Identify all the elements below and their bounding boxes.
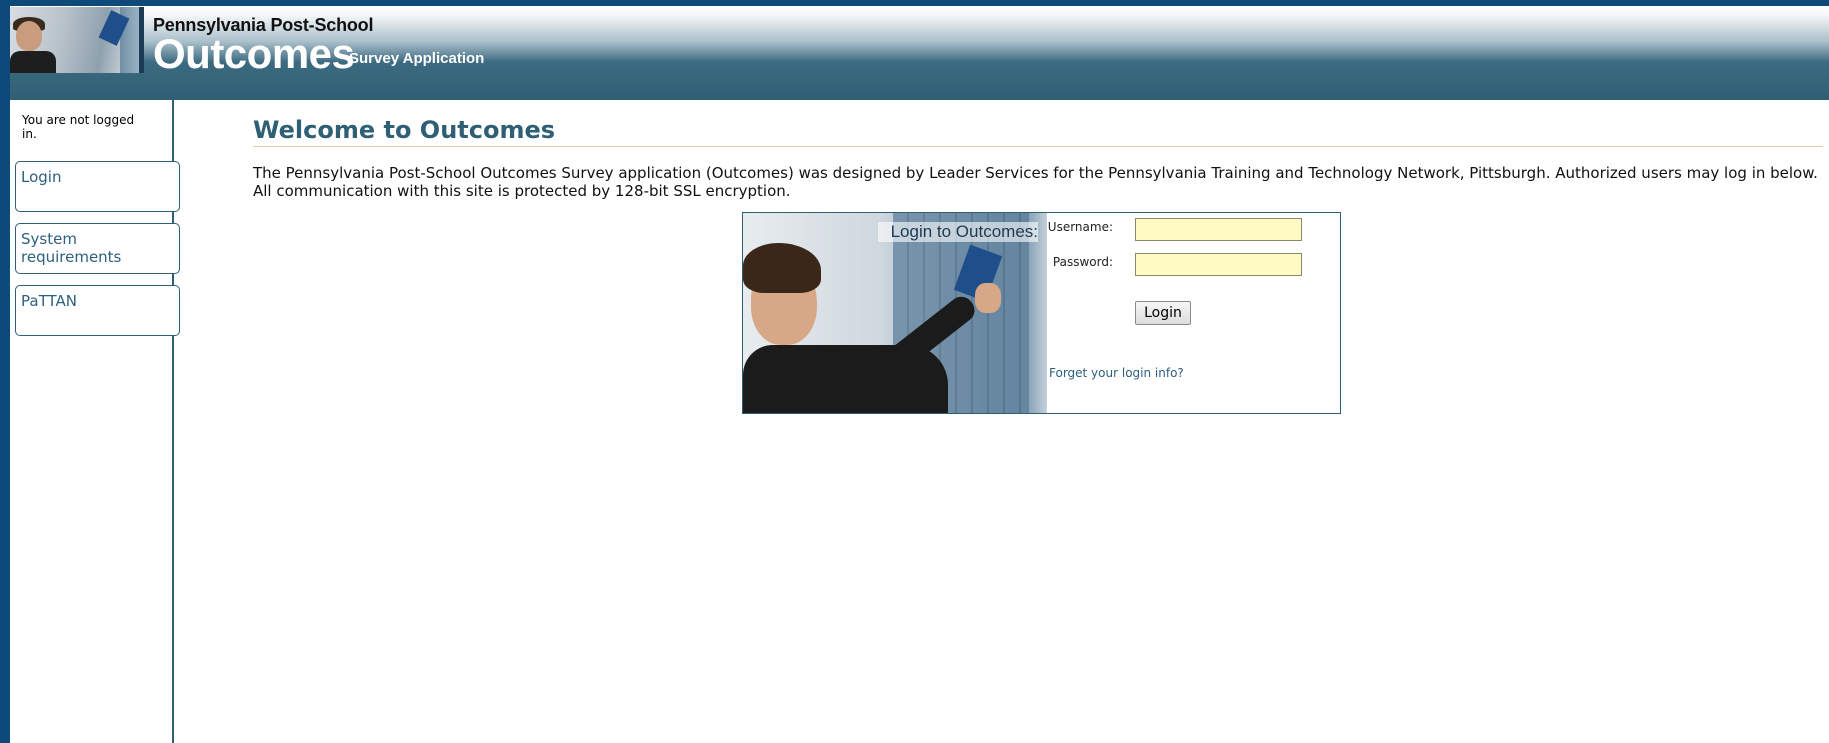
- password-label: Password:: [1052, 255, 1113, 269]
- forgot-login-link[interactable]: Forget your login info?: [1049, 366, 1184, 380]
- brand-subtitle: Survey Application: [349, 50, 485, 67]
- brand-logo-text: Outcomes: [153, 30, 355, 77]
- username-input[interactable]: [1135, 218, 1302, 241]
- login-button[interactable]: Login: [1135, 301, 1191, 325]
- sidebar-item-system-requirements[interactable]: System requirements: [15, 223, 180, 274]
- sidebar-item-login[interactable]: Login: [15, 161, 180, 212]
- password-input[interactable]: [1135, 253, 1302, 276]
- login-title: Login to Outcomes:: [878, 222, 1038, 242]
- sidebar-item-label: Login: [21, 168, 62, 186]
- header-photo: [10, 7, 139, 73]
- username-label: Username:: [1047, 220, 1113, 234]
- intro-text: The Pennsylvania Post-School Outcomes Su…: [253, 164, 1818, 200]
- header-divider: [139, 7, 144, 73]
- page-frame: Pennsylvania Post-School Outcomes Survey…: [10, 6, 1829, 743]
- site-header: Pennsylvania Post-School Outcomes Survey…: [10, 6, 1829, 100]
- login-status: You are not logged in.: [22, 113, 135, 141]
- page-title: Welcome to Outcomes: [253, 116, 1823, 147]
- login-panel: Login to Outcomes: Username: Password: L…: [742, 212, 1341, 414]
- main-content: Welcome to Outcomes The Pennsylvania Pos…: [253, 116, 1823, 200]
- sidebar-item-pattan[interactable]: PaTTAN: [15, 285, 180, 336]
- sidebar: You are not logged in. Login System requ…: [10, 100, 180, 743]
- login-photo: Login to Outcomes:: [743, 213, 1047, 413]
- sidebar-item-label: System requirements: [21, 230, 122, 266]
- sidebar-item-label: PaTTAN: [21, 292, 77, 310]
